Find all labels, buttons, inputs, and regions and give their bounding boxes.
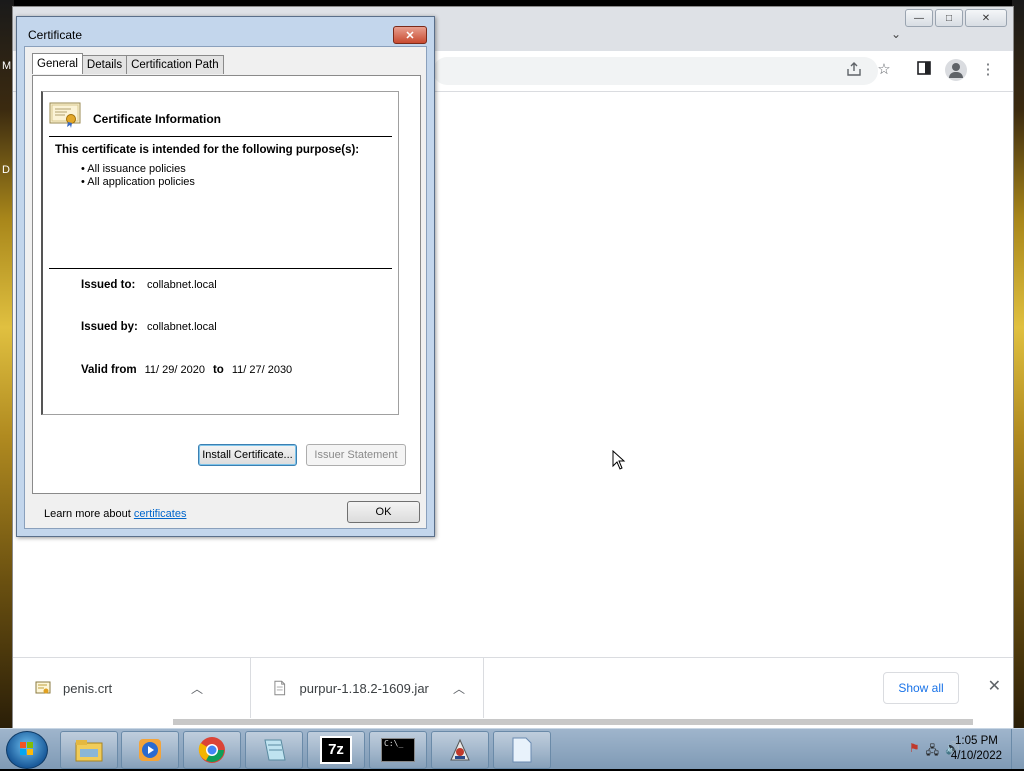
taskbar-notepad[interactable]	[245, 731, 303, 769]
side-panel-icon[interactable]	[915, 61, 933, 79]
show-desktop-button[interactable]	[1011, 729, 1024, 769]
download-file-name: purpur-1.18.2-1609.jar	[299, 680, 429, 696]
clock[interactable]: 1:05 PM 4/10/2022	[951, 734, 1002, 764]
general-tab-panel: Certificate Information This certificate…	[32, 75, 421, 520]
issued-to-label: Issued to:	[81, 279, 136, 291]
close-window-button[interactable]: ✕	[965, 9, 1007, 27]
valid-from-label: Valid from	[81, 364, 137, 376]
tab-general[interactable]: General	[32, 53, 83, 74]
start-button[interactable]	[6, 731, 48, 769]
clock-time: 1:05 PM	[955, 735, 998, 747]
issued-by-value: collabnet.local	[147, 321, 217, 333]
taskbar-command-prompt[interactable]: C:\_	[369, 731, 427, 769]
media-player-icon	[139, 739, 161, 761]
chevron-up-icon[interactable]: ︿	[453, 680, 465, 697]
issued-by-row: Issued by: collabnet.local	[81, 321, 217, 333]
certificate-dialog: Certificate ✕ General Details Certificat…	[16, 16, 435, 537]
desktop-icon-label[interactable]: M	[2, 60, 11, 72]
issued-by-label: Issued by:	[81, 321, 138, 333]
window-controls: — □ ✕	[905, 9, 1007, 27]
profile-icon[interactable]	[945, 59, 967, 81]
network-icon[interactable]: 🖧	[926, 741, 939, 762]
ok-button[interactable]: OK	[347, 501, 420, 523]
clock-date: 4/10/2022	[950, 750, 1002, 762]
divider	[49, 268, 392, 269]
command-prompt-icon: C:\_	[381, 738, 415, 762]
horizontal-scrollbar[interactable]	[173, 719, 973, 725]
purpose-heading: This certificate is intended for the fol…	[55, 144, 360, 156]
maximize-button[interactable]: □	[935, 9, 963, 27]
chevron-up-icon[interactable]: ︿	[191, 680, 203, 697]
dialog-close-button[interactable]: ✕	[393, 26, 427, 44]
taskbar-7zip[interactable]: 7z	[307, 731, 365, 769]
purpose-list: • All issuance policies • All applicatio…	[81, 163, 195, 189]
certificates-link[interactable]: certificates	[134, 508, 187, 520]
close-icon[interactable]: ✕	[988, 676, 1001, 696]
tab-strip: General Details Certification Path	[32, 53, 224, 74]
chrome-icon	[198, 737, 225, 763]
address-bar[interactable]	[433, 57, 878, 85]
jar-file-icon	[274, 680, 286, 696]
notepad-icon	[264, 739, 286, 761]
taskbar-media-player[interactable]	[121, 731, 179, 769]
valid-from-value: 11/ 29/ 2020	[144, 364, 205, 376]
action-center-icon[interactable]: ⚑	[909, 741, 920, 762]
chevron-down-icon[interactable]: ⌄	[891, 27, 901, 41]
list-item: • All application policies	[81, 176, 195, 188]
certificate-info-box: Certificate Information This certificate…	[41, 91, 399, 415]
install-certificate-button[interactable]: Install Certificate...	[198, 444, 297, 466]
desktop-icon-label[interactable]: D	[2, 164, 10, 176]
issued-to-value: collabnet.local	[147, 279, 217, 291]
taskbar-chrome[interactable]	[183, 731, 241, 769]
dialog-title: Certificate	[28, 28, 83, 42]
download-item[interactable]: purpur-1.18.2-1609.jar ︿	[250, 658, 484, 718]
list-item: • All issuance policies	[81, 163, 186, 175]
7zip-icon: 7z	[320, 736, 352, 764]
learn-more-text: Learn more about certificates	[44, 508, 186, 520]
divider	[49, 136, 392, 137]
taskbar-explorer[interactable]	[60, 731, 118, 769]
tab-certification-path[interactable]: Certification Path	[126, 55, 224, 74]
star-icon[interactable]: ☆	[875, 61, 893, 79]
more-icon[interactable]: ⋮	[979, 61, 997, 79]
show-all-button[interactable]: Show all	[883, 672, 959, 704]
certificate-file-icon	[35, 681, 51, 694]
taskbar-java[interactable]	[431, 731, 489, 769]
download-file-name: penis.crt	[63, 680, 113, 696]
folder-icon	[75, 740, 103, 762]
issuer-statement-button[interactable]: Issuer Statement	[306, 444, 406, 466]
document-icon	[512, 737, 532, 763]
learn-more-prefix: Learn more about	[44, 508, 134, 520]
info-title: Certificate Information	[93, 112, 222, 126]
java-icon	[450, 738, 470, 761]
download-shelf: penis.crt ︿ purpur-1.18.2-1609.jar ︿ Sho…	[13, 657, 1013, 718]
validity-row: Valid from 11/ 29/ 2020 to 11/ 27/ 2030	[81, 364, 292, 376]
issued-to-row: Issued to: collabnet.local	[81, 279, 217, 291]
download-item[interactable]: penis.crt ︿	[13, 658, 251, 718]
taskbar: 7z C:\_ ⚑ 🖧 🔊 1:05 PM 4/10/2022	[0, 728, 1024, 769]
certificate-icon	[49, 102, 81, 128]
tab-details[interactable]: Details	[81, 55, 128, 74]
valid-to-value: 11/ 27/ 2030	[231, 364, 293, 376]
minimize-button[interactable]: —	[905, 9, 933, 27]
share-icon[interactable]	[845, 61, 863, 79]
mouse-cursor-icon	[612, 450, 626, 470]
taskbar-blank-document[interactable]	[493, 731, 551, 769]
dialog-body: General Details Certification Path Certi…	[24, 46, 427, 529]
windows-logo-icon	[20, 742, 33, 755]
valid-to-label: to	[212, 364, 224, 376]
